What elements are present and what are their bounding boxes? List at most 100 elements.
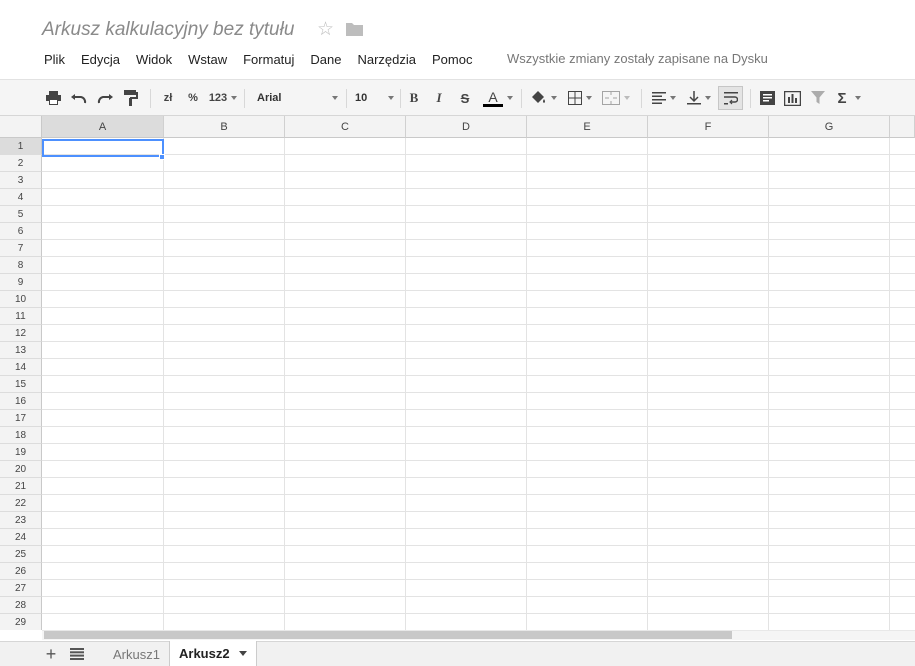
paint-format-button[interactable] (122, 88, 140, 108)
folder-icon[interactable] (346, 22, 363, 36)
row-gridline (42, 273, 915, 274)
chevron-down-icon[interactable] (238, 651, 247, 656)
document-title[interactable]: Arkusz kalkulacyjny bez tytułu (42, 19, 294, 41)
insert-comment-button[interactable] (757, 88, 777, 108)
fill-handle[interactable] (159, 154, 165, 160)
row-header-27[interactable]: 27 (0, 580, 42, 597)
row-header-6[interactable]: 6 (0, 223, 42, 240)
row-header-24[interactable]: 24 (0, 529, 42, 546)
row-header-22[interactable]: 22 (0, 495, 42, 512)
row-header-2[interactable]: 2 (0, 155, 42, 172)
column-header-d[interactable]: D (406, 116, 527, 138)
vertical-align-dropdown[interactable] (683, 88, 715, 108)
column-header-c[interactable]: C (285, 116, 406, 138)
print-button[interactable] (44, 88, 62, 108)
row-header-12[interactable]: 12 (0, 325, 42, 342)
row-header-13[interactable]: 13 (0, 342, 42, 359)
active-cell[interactable] (42, 139, 164, 157)
row-header-18[interactable]: 18 (0, 427, 42, 444)
row-header-20[interactable]: 20 (0, 461, 42, 478)
row-header-21[interactable]: 21 (0, 478, 42, 495)
undo-button[interactable] (70, 88, 88, 108)
sheet-tab-arkusz1[interactable]: Arkusz1 (104, 642, 169, 666)
row-header-26[interactable]: 26 (0, 563, 42, 580)
column-header-b[interactable]: B (164, 116, 285, 138)
menu-tools[interactable]: Narzędzia (357, 52, 416, 67)
row-header-1[interactable]: 1 (0, 138, 42, 155)
column-header-a[interactable]: A (42, 116, 164, 138)
number-format-dropdown[interactable]: 123 (206, 88, 240, 108)
horizontal-align-dropdown[interactable] (648, 88, 680, 108)
row-gridline (42, 239, 915, 240)
row-header-17[interactable]: 17 (0, 410, 42, 427)
merge-cells-dropdown[interactable] (599, 88, 633, 108)
menu-edit[interactable]: Edycja (81, 52, 120, 67)
redo-icon (97, 94, 113, 104)
text-color-label: A (483, 90, 503, 107)
row-gridline (42, 494, 915, 495)
number-format-label: 123 (208, 92, 228, 104)
strikethrough-button[interactable]: S (456, 88, 474, 108)
row-header-19[interactable]: 19 (0, 444, 42, 461)
row-gridline (42, 409, 915, 410)
column-gridline (889, 138, 890, 630)
document-header: Arkusz kalkulacyjny bez tytułu ☆ Plik Ed… (0, 0, 915, 79)
italic-button[interactable]: I (430, 88, 448, 108)
wrap-text-button[interactable] (718, 86, 743, 110)
row-header-23[interactable]: 23 (0, 512, 42, 529)
row-gridline (42, 188, 915, 189)
percent-format-button[interactable]: % (184, 88, 202, 108)
menu-format[interactable]: Formatuj (243, 52, 294, 67)
toolbar-separator (400, 89, 401, 108)
menu-bar: Plik Edycja Widok Wstaw Formatuj Dane Na… (44, 50, 488, 68)
row-header-3[interactable]: 3 (0, 172, 42, 189)
row-header-16[interactable]: 16 (0, 393, 42, 410)
row-header-28[interactable]: 28 (0, 597, 42, 614)
font-family-select[interactable]: Arial (250, 88, 342, 108)
currency-format-button[interactable]: zł (159, 88, 177, 108)
row-header-11[interactable]: 11 (0, 308, 42, 325)
bold-button[interactable]: B (405, 88, 423, 108)
fill-color-dropdown[interactable] (528, 88, 558, 108)
row-header-8[interactable]: 8 (0, 257, 42, 274)
row-gridline (42, 358, 915, 359)
spreadsheet-grid[interactable]: ABCDEFG 1 2 3 4 5 6 7 8 9 10 11 12 13 14 15 16 17 18 19 20 2… (0, 116, 915, 630)
font-size-select[interactable]: 10 (350, 88, 396, 108)
row-header-9[interactable]: 9 (0, 274, 42, 291)
row-header-25[interactable]: 25 (0, 546, 42, 563)
redo-button[interactable] (96, 88, 114, 108)
column-header-f[interactable]: F (648, 116, 769, 138)
menu-help[interactable]: Pomoc (432, 52, 472, 67)
sheet-list-icon[interactable] (70, 648, 84, 660)
add-sheet-button[interactable]: + (43, 645, 59, 663)
row-gridline (42, 613, 915, 614)
borders-dropdown[interactable] (565, 88, 595, 108)
comment-icon (759, 91, 775, 105)
chevron-down-icon (586, 96, 592, 100)
menu-view[interactable]: Widok (136, 52, 172, 67)
sheet-bar: + Arkusz1 Arkusz2 (0, 641, 915, 666)
undo-icon (71, 94, 87, 104)
row-header-15[interactable]: 15 (0, 376, 42, 393)
row-header-5[interactable]: 5 (0, 206, 42, 223)
select-all-corner[interactable] (0, 116, 42, 138)
row-header-14[interactable]: 14 (0, 359, 42, 376)
menu-file[interactable]: Plik (44, 52, 65, 67)
sheet-tab-arkusz2[interactable]: Arkusz2 (169, 641, 257, 666)
column-header-partial[interactable] (890, 116, 915, 138)
insert-chart-button[interactable] (782, 88, 802, 108)
functions-dropdown[interactable]: Σ (834, 88, 864, 108)
row-header-7[interactable]: 7 (0, 240, 42, 257)
menu-insert[interactable]: Wstaw (188, 52, 227, 67)
text-color-dropdown[interactable]: A (480, 88, 516, 108)
filter-button[interactable] (808, 88, 828, 108)
row-header-29[interactable]: 29 (0, 614, 42, 630)
column-header-e[interactable]: E (527, 116, 648, 138)
star-icon[interactable]: ☆ (317, 18, 334, 42)
row-gridline (42, 511, 915, 512)
column-header-g[interactable]: G (769, 116, 890, 138)
row-header-4[interactable]: 4 (0, 189, 42, 206)
menu-data[interactable]: Dane (310, 52, 341, 67)
horizontal-scrollbar-thumb[interactable] (44, 631, 732, 639)
row-header-10[interactable]: 10 (0, 291, 42, 308)
